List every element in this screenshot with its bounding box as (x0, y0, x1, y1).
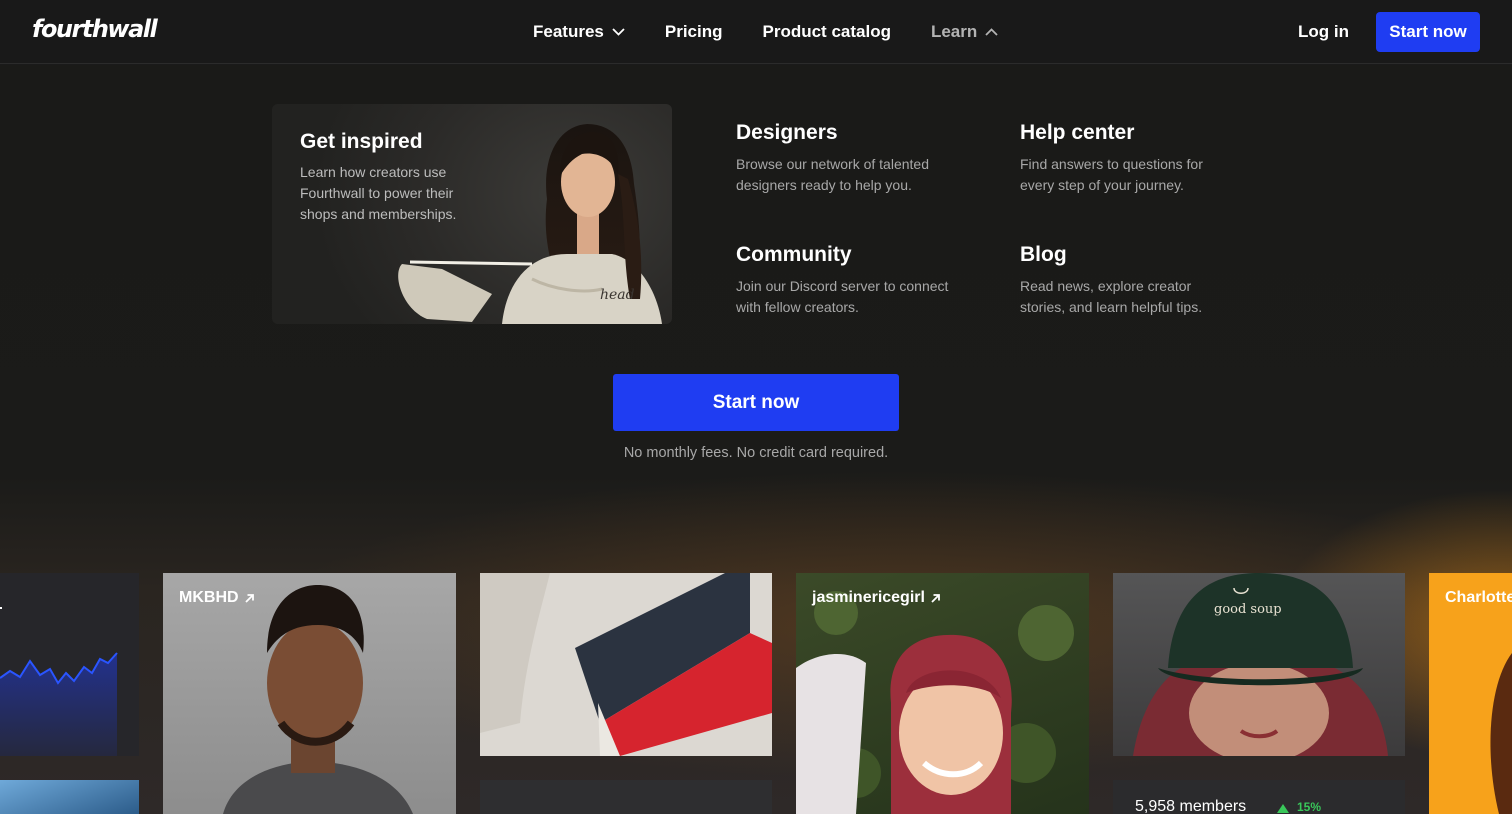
menu-item-title: Designers (736, 121, 838, 144)
creator-card-charlotte[interactable]: Charlotte (1429, 573, 1512, 814)
creator-name: jasminericegirl (812, 589, 925, 606)
get-inspired-title: Get inspired (300, 130, 423, 153)
analytics-chart-card (0, 573, 139, 756)
creator-name: Charlotte (1445, 589, 1512, 606)
arrow-up-right-icon (931, 593, 940, 603)
creator-portrait (223, 585, 413, 814)
creator-portrait (1490, 653, 1512, 814)
menu-item-help-center[interactable]: Help center Find answers to questions fo… (1020, 121, 1240, 196)
top-nav: fourthwall Features Pricing Product cata… (0, 0, 1512, 64)
menu-item-title: Blog (1020, 243, 1067, 266)
menu-item-blog[interactable]: Blog Read news, explore creator stories,… (1020, 243, 1240, 318)
menu-item-description: Join our Discord server to connect with … (736, 278, 949, 315)
nav-links: Features Pricing Product catalog Learn (533, 22, 1038, 42)
creator-name-link[interactable]: Charlotte (1445, 589, 1512, 607)
product-tshirt-card[interactable] (480, 573, 772, 756)
cta-note: No monthly fees. No credit card required… (623, 445, 889, 461)
creator-name-link[interactable]: MKBHD (179, 589, 255, 607)
nav-features[interactable]: Features (533, 22, 625, 42)
fourthwall-logo[interactable]: fourthwall (32, 15, 158, 43)
login-link[interactable]: Log in (1298, 22, 1349, 42)
product-card-secondary (480, 780, 772, 814)
creator-portrait (796, 591, 1074, 814)
chevron-up-icon (985, 28, 998, 36)
svg-text:good soup: good soup (1214, 602, 1282, 617)
trend-up-icon (1277, 804, 1289, 813)
menu-item-title: Help center (1020, 121, 1135, 144)
nav-product-catalog[interactable]: Product catalog (763, 22, 891, 42)
creator-photo-card (0, 780, 139, 814)
nav-start-now-button[interactable]: Start now (1376, 12, 1480, 52)
menu-item-description: Read news, explore creator stories, and … (1020, 278, 1203, 315)
members-count: 5,958 members (1135, 798, 1247, 814)
nav-learn-label: Learn (930, 22, 978, 41)
creator-name-link[interactable]: jasminericegirl (812, 589, 941, 607)
creator-name: MKBHD (179, 589, 239, 606)
tshirt-product-image (480, 573, 772, 756)
cap-product-image: good soup (1133, 573, 1388, 756)
menu-item-title: Community (736, 243, 852, 266)
menu-item-description: Browse our network of talented designers… (736, 156, 929, 193)
arrow-up-right-icon (244, 593, 254, 603)
nav-pricing[interactable]: Pricing (665, 22, 723, 42)
start-now-button[interactable]: Start now (613, 374, 899, 431)
menu-item-description: Find answers to questions for every step… (1020, 156, 1203, 193)
menu-item-designers[interactable]: Designers Browse our network of talented… (736, 121, 956, 196)
product-cap-card[interactable]: good soup (1113, 573, 1405, 756)
menu-item-community[interactable]: Community Join our Discord server to con… (736, 243, 956, 318)
nav-learn[interactable]: Learn (931, 22, 998, 42)
creator-card-mkbhd[interactable]: MKBHD (163, 573, 456, 814)
creator-card-jasminericegirl[interactable]: jasminericegirl (796, 573, 1089, 814)
membership-stats-card: 5,958 members 15% (1113, 780, 1405, 814)
get-inspired-card[interactable]: head Get inspired Learn how creators use… (272, 104, 672, 324)
members-growth: 15% (1297, 800, 1322, 814)
get-inspired-description: Learn how creators use Fourthwall to pow… (300, 164, 457, 222)
nav-features-label: Features (533, 22, 604, 41)
svg-text:head: head (600, 287, 635, 303)
sales-line-chart (0, 607, 118, 756)
chevron-down-icon (612, 28, 625, 36)
